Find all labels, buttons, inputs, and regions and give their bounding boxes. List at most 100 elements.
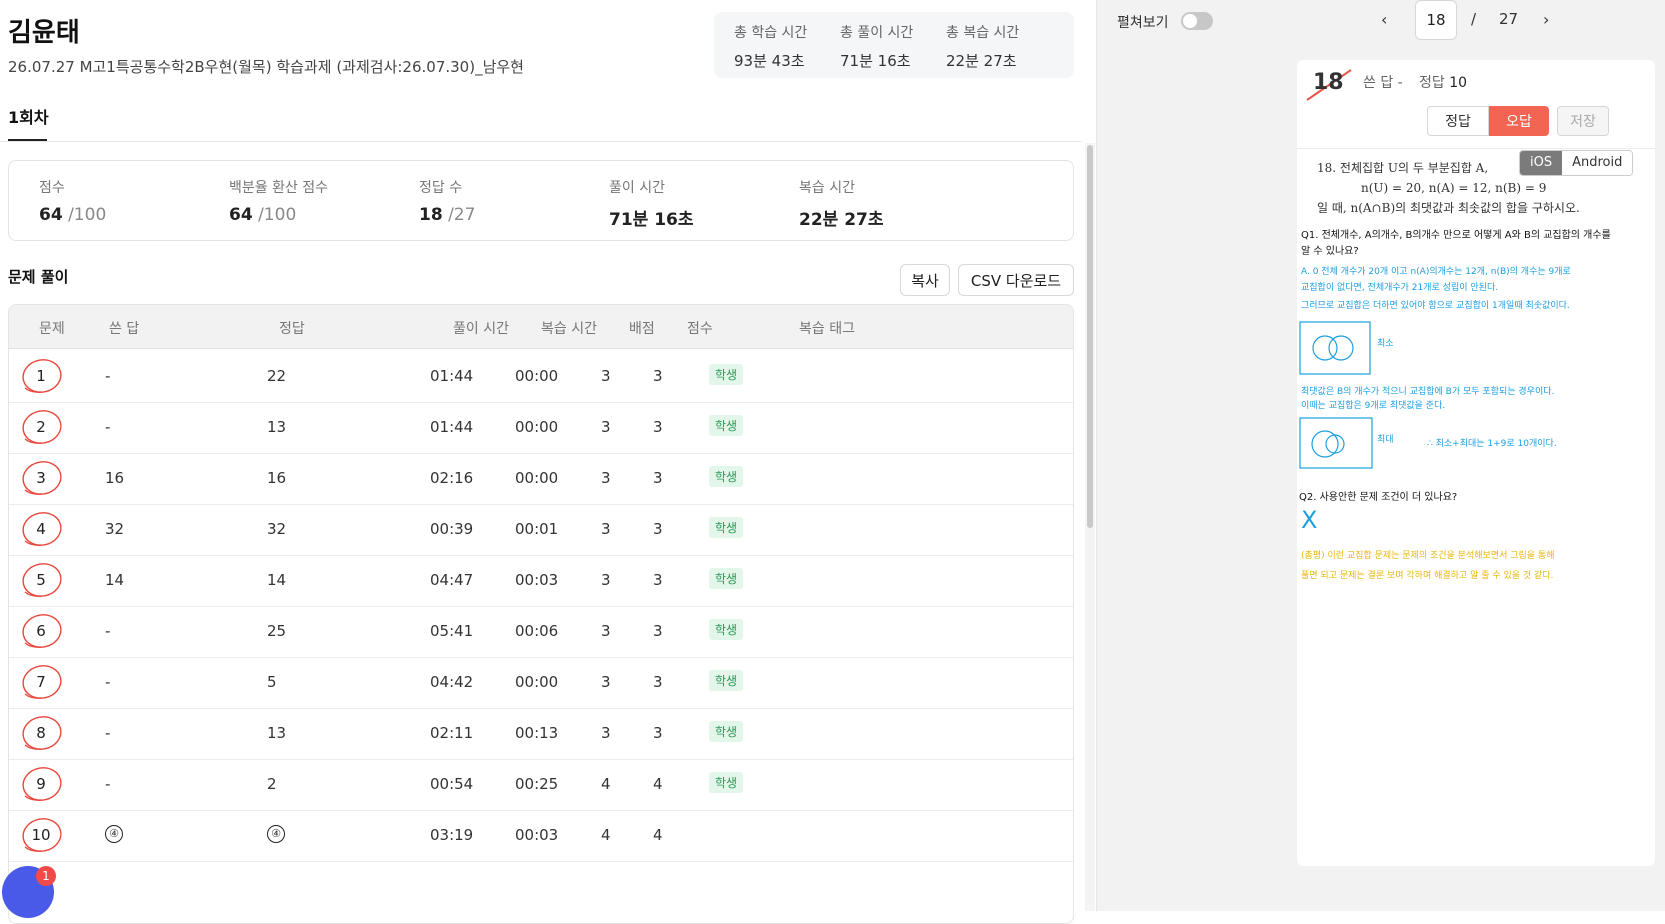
solve-time: 02:16 [430,469,474,487]
question-number[interactable]: 4 [21,509,65,549]
solve-time: 01:44 [430,418,474,436]
score: 4 [653,826,663,844]
review-tag-badge: 학생 [709,670,744,691]
solve-time: 00:54 [430,775,474,793]
total-value: 22분 27초 [946,52,1017,70]
solve-time: 03:19 [430,826,474,844]
table-row[interactable]: 10 ④ ④ 03:19 00:03 4 4 [9,808,1073,862]
written-answer: - [105,673,111,691]
header-written[interactable]: 쓴 답 [109,318,139,338]
question-number-label: 4 [36,520,46,538]
table-row[interactable]: 7 - 5 04:42 00:00 3 3 학생 [9,655,1073,709]
question-number[interactable]: 3 [21,458,65,498]
table-row[interactable]: 2 - 13 01:44 00:00 3 3 학생 [9,400,1073,454]
review-time: 00:00 [515,673,559,691]
solve-time: 04:42 [430,673,474,691]
written-answer: - [105,622,111,640]
written-answer: 16 [105,469,125,487]
tab-android[interactable]: Android [1562,151,1633,175]
stat-solve-time: 풀이 시간 71분 16초 [609,177,694,230]
chevron-right-icon[interactable]: › [1543,10,1549,29]
problem-line: 18. 전체집합 U의 두 부분집합 A, [1317,161,1489,175]
question-number[interactable]: 5 [21,560,65,600]
score: 3 [653,520,663,538]
review-tag-badge: 학생 [709,619,744,640]
table-row[interactable]: 6 - 25 05:41 00:06 3 3 학생 [9,604,1073,658]
assignment-panel: 김윤태 26.07.27 M고1특공통수학2B우현(월목) 학습과제 (과제검사… [0,0,1096,924]
question-number-label: 8 [36,724,46,742]
question-number[interactable]: 6 [21,611,65,651]
mark-correct-button[interactable]: 정답 [1427,106,1489,136]
question-number[interactable]: 7 [21,662,65,702]
review-tag-badge: 학생 [709,415,744,436]
header-problem[interactable]: 문제 [39,318,65,338]
venn-diagram-max [1299,417,1373,469]
tab-round-1[interactable]: 1회차 [8,104,49,128]
score: 3 [653,418,663,436]
total-solve-time: 총 풀이 시간 71분 16초 [840,22,913,71]
scrollbar-thumb[interactable] [1087,145,1093,528]
spread-view-toggle[interactable] [1181,12,1213,30]
solve-time: 05:41 [430,622,474,640]
review-time: 00:03 [515,571,559,589]
divider [0,141,1082,142]
tab-ios[interactable]: iOS [1520,151,1563,175]
written-answer: ④ [105,823,123,843]
handwritten-sum: ∴ 최소+최대는 1+9로 10개이다. [1427,439,1557,449]
solve-time: 02:11 [430,724,474,742]
review-time: 00:00 [515,469,559,487]
written-answer: - [105,724,111,742]
table-row[interactable]: 1 - 22 01:44 00:00 3 3 학생 [9,349,1073,403]
header-points[interactable]: 배점 [629,318,655,338]
written-answer: - [105,367,111,385]
question-number[interactable]: 10 [21,815,65,855]
handwritten-question-1: Q1. 전체개수, A의개수, B의개수 만으로 어떻게 A와 B의 교집합의 … [1301,230,1611,241]
written-answer: - [105,418,111,436]
header-review-time[interactable]: 복습 시간 [541,318,597,338]
question-number[interactable]: 8 [21,713,65,753]
stat-correct-count: 정답 수 18 /27 [419,177,475,225]
question-number[interactable]: 2 [21,407,65,447]
table-row[interactable]: 8 - 13 02:11 00:13 3 3 학생 [9,706,1073,760]
handwritten-feedback-2: 풀면 되고 문제는 결론 보며 각하며 해결하고 알 줄 수 있을 것 같다. [1301,571,1554,581]
points: 4 [601,775,611,793]
handwritten-max-note: 최댓값은 B의 개수가 적으니 교집합에 B가 모두 포함되는 경우이다. [1301,387,1555,397]
csv-download-button[interactable]: CSV 다운로드 [958,264,1074,296]
page-input[interactable]: 18 [1415,0,1457,40]
correct-answer: 2 [267,775,277,793]
table-row[interactable]: 5 14 14 04:47 00:03 3 3 학생 [9,553,1073,607]
question-number[interactable]: 1 [21,356,65,396]
correct-answer: ④ [267,823,285,843]
score: 3 [653,367,663,385]
header-review-tag[interactable]: 복습 태그 [799,318,855,338]
review-time: 00:00 [515,367,559,385]
table-row[interactable]: 9 - 2 00:54 00:25 4 4 학생 [9,757,1073,811]
table-row[interactable]: 3 16 16 02:16 00:00 3 3 학생 [9,451,1073,505]
question-number-label: 1 [36,367,46,385]
problem-line: n(U) = 20, n(A) = 12, n(B) = 9 [1361,181,1547,195]
mark-wrong-button[interactable]: 오답 [1489,106,1549,136]
grade-buttons: 정답 오답 저장 [1427,106,1609,136]
review-tag-badge: 학생 [709,772,744,793]
section-title: 문제 풀이 [8,268,69,286]
solve-time: 04:47 [430,571,474,589]
chevron-left-icon[interactable]: ‹ [1381,10,1387,29]
header-solve-time[interactable]: 풀이 시간 [453,318,509,338]
stat-value: 71분 16초 [609,210,694,230]
header-answer[interactable]: 정답 [279,318,305,338]
handwritten-question-1b: 알 수 있나요? [1301,246,1359,257]
correct-answer: 13 [267,418,287,436]
header-score[interactable]: 점수 [687,318,713,338]
handwritten-question-2: Q2. 사용안한 문제 조건이 더 있나요? [1299,492,1458,503]
stat-review-time: 복습 시간 22분 27초 [799,177,884,230]
copy-button[interactable]: 복사 [900,264,950,296]
table-row[interactable]: 4 32 32 00:39 00:01 3 3 학생 [9,502,1073,556]
save-button[interactable]: 저장 [1557,106,1609,136]
points: 3 [601,673,611,691]
handwritten-feedback: (총평) 이런 교집합 문제는 문제의 조건을 분석해보면서 그림을 통해 [1301,551,1555,561]
review-time: 00:13 [515,724,559,742]
correct-answer: 32 [267,520,287,538]
score: 3 [653,571,663,589]
review-time: 00:25 [515,775,559,793]
question-number[interactable]: 9 [21,764,65,804]
